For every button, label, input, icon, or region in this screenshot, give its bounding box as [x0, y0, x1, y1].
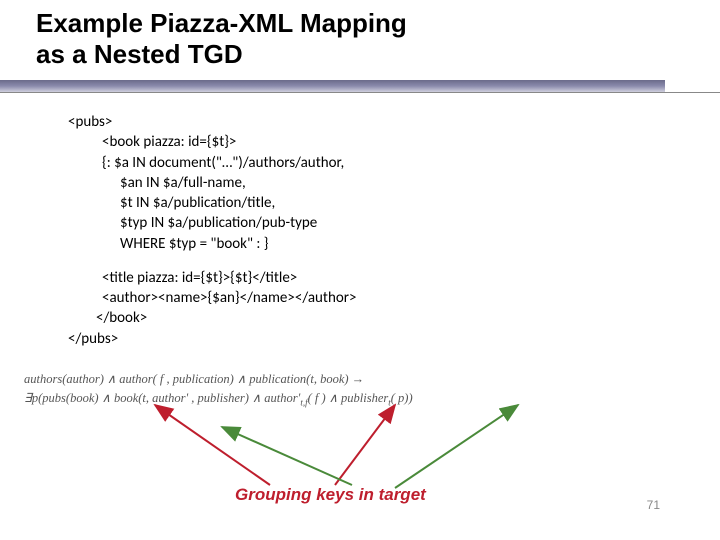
logic-formula: authors(author) ∧ author( f , publicatio…	[24, 370, 413, 410]
code-line: $an IN $a/full-name,	[68, 173, 356, 193]
code-line: <book piazza: id={$t}>	[68, 132, 356, 152]
code-line: WHERE $typ = "book" : }	[68, 234, 356, 254]
code-block: <pubs> <book piazza: id={$t}> {: $a IN d…	[68, 112, 356, 349]
code-line: <author><name>{$an}</name></author>	[68, 288, 356, 308]
slide-title-line1: Example Piazza-XML Mapping	[36, 8, 407, 38]
formula-line1: authors(author) ∧ author( f , publicatio…	[24, 370, 413, 389]
grouping-keys-label: Grouping keys in target	[235, 485, 426, 505]
code-line: {: $a IN document("…")/authors/author,	[68, 153, 356, 173]
code-line: <title piazza: id={$t}>{$t}</title>	[68, 268, 356, 288]
code-line: $typ IN $a/publication/pub-type	[68, 213, 356, 233]
title-divider	[0, 80, 720, 100]
formula-line2: ∃p(pubs(book) ∧ book(t, author' , publis…	[24, 389, 413, 410]
code-line: </pubs>	[68, 330, 118, 348]
code-line: <pubs>	[68, 113, 112, 131]
code-line: </book>	[68, 308, 356, 328]
code-line: $t IN $a/publication/title,	[68, 193, 356, 213]
slide-title-line2: as a Nested TGD	[36, 39, 243, 69]
page-number: 71	[647, 498, 660, 512]
